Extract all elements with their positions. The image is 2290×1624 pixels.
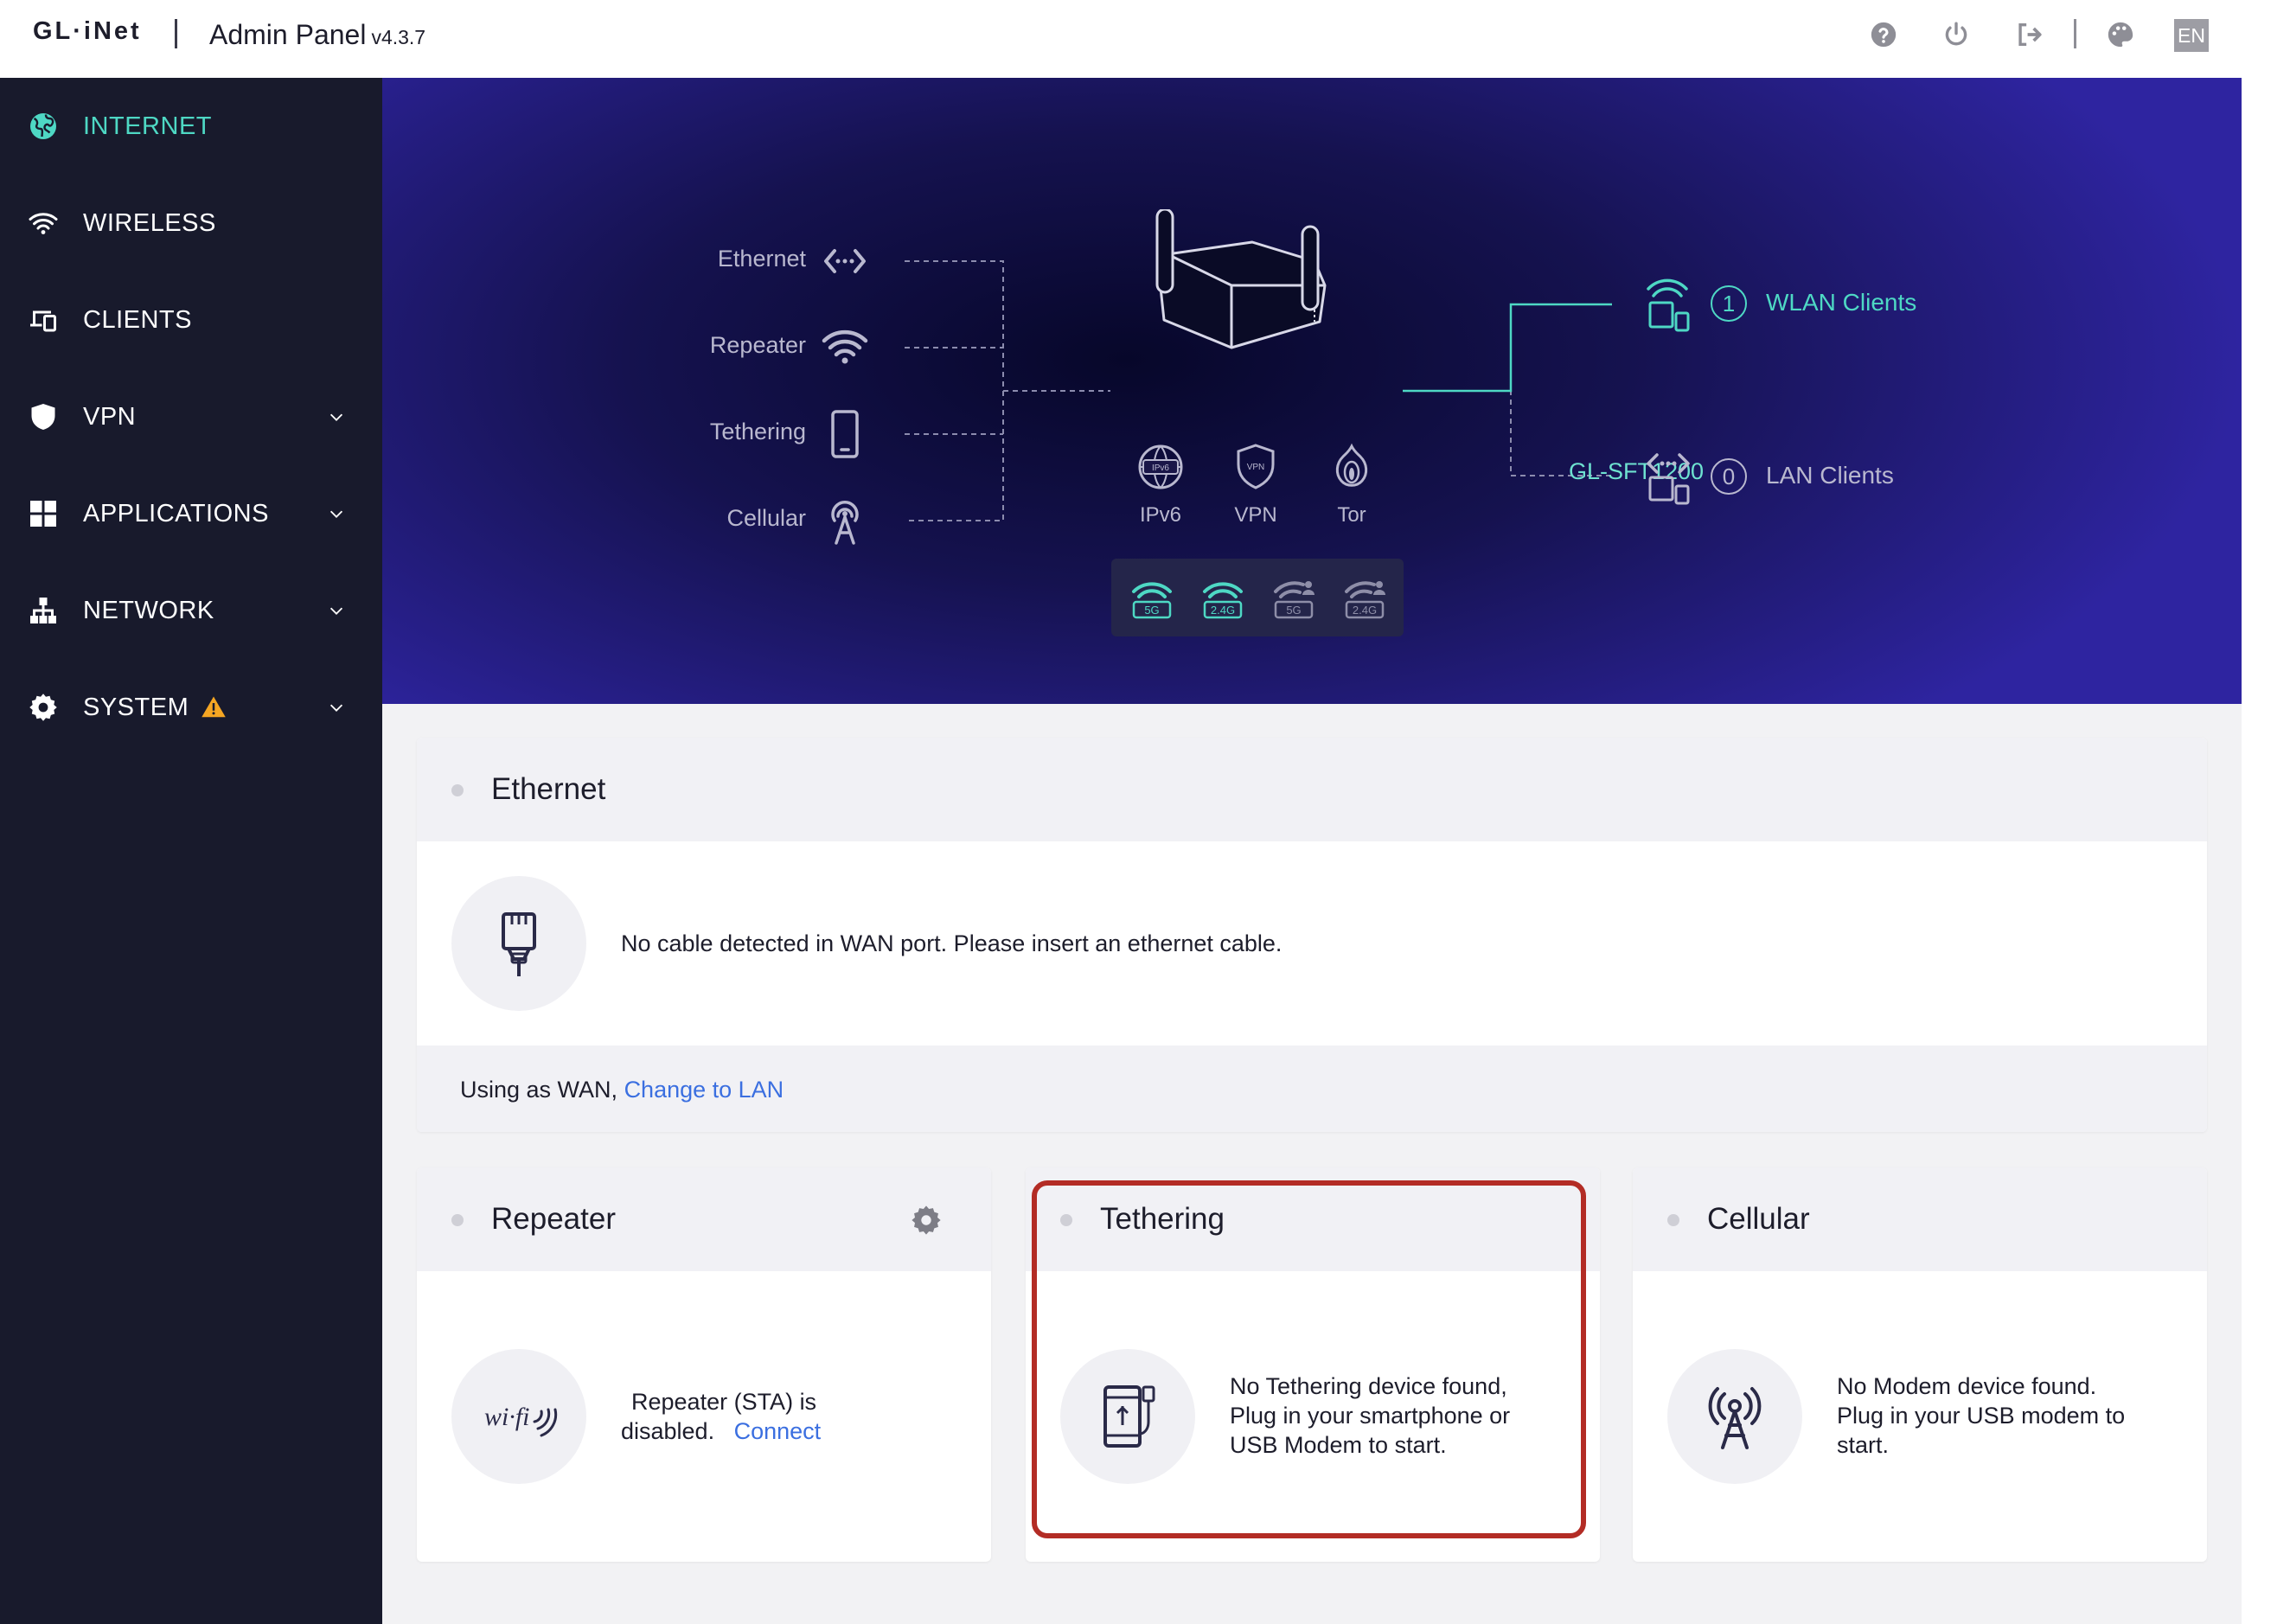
sidebar-item-wireless[interactable]: WIRELESS [0, 189, 382, 258]
app-version: v4.3.7 [371, 26, 426, 48]
sidebar: INTERNET WIRELESS CLIENTS VPN APPLICATIO… [0, 78, 382, 1624]
chevron-down-icon [329, 510, 343, 518]
wlan-clients-label[interactable]: WLAN Clients [1766, 289, 1916, 316]
chevron-down-icon [329, 607, 343, 615]
sidebar-item-internet[interactable]: INTERNET [0, 92, 382, 161]
wifi-icon [26, 206, 61, 240]
svg-text:2.4G: 2.4G [1353, 604, 1377, 617]
lan-clients-label[interactable]: LAN Clients [1766, 462, 1894, 489]
card-header: Ethernet [417, 738, 2207, 841]
card-title: Cellular [1707, 1202, 1810, 1236]
guest-wifi-5g-icon[interactable]: 5G [1270, 571, 1317, 623]
network-topology-banner: Ethernet Repeater Tethering Cellular GL-… [382, 78, 2242, 704]
language-selector[interactable]: EN [2174, 19, 2209, 52]
gear-icon [26, 690, 61, 725]
router-image[interactable] [1150, 209, 1358, 436]
sidebar-item-vpn[interactable]: VPN [0, 382, 382, 451]
antenna-icon [831, 501, 859, 545]
cellular-status-message: No Modem device found. Plug in your USB … [1837, 1373, 2126, 1458]
svg-text:5G: 5G [1286, 604, 1301, 617]
card-title: Ethernet [491, 772, 606, 806]
tor-onion-icon [1335, 443, 1368, 487]
header-divider [175, 19, 177, 48]
logout-icon[interactable] [2012, 17, 2046, 52]
cell-tower-icon [1667, 1349, 1802, 1484]
wifi-band-status: 5G 2.4G 5G 2.4G [1111, 559, 1404, 636]
repeater-card: Repeater wi·fi Repeater (STA) is disable… [417, 1167, 991, 1562]
cellular-card: Cellular No Modem device found. Plug in … [1633, 1167, 2207, 1562]
palette-icon[interactable] [2103, 17, 2138, 52]
sidebar-item-label: CLIENTS [83, 305, 192, 334]
repeater-connect-link[interactable]: Connect [734, 1418, 822, 1444]
page-edge [2242, 0, 2290, 1624]
sidebar-item-label: VPN [83, 402, 137, 431]
card-title: Repeater [491, 1202, 616, 1236]
network-icon [26, 593, 61, 628]
help-icon[interactable] [1866, 17, 1901, 52]
guest-wifi-2-4g-icon[interactable]: 2.4G [1341, 571, 1388, 623]
sidebar-item-applications[interactable]: APPLICATIONS [0, 479, 382, 548]
status-dot [451, 1214, 464, 1226]
ethernet-arrows-icon [824, 249, 866, 273]
app-title: Admin Panel v4.3.7 [209, 19, 426, 50]
wifi-5g-icon[interactable]: 5G [1129, 571, 1175, 623]
repeater-wifi-icon [822, 329, 868, 364]
source-label-repeater[interactable]: Repeater [668, 332, 806, 359]
header-divider [2074, 19, 2076, 48]
repeater-status-message: Repeater (STA) is disabled. Connect [621, 1389, 822, 1444]
lan-clients-count[interactable]: 0 [1711, 458, 1747, 495]
sidebar-item-label: NETWORK [83, 596, 214, 624]
svg-text:VPN: VPN [1247, 463, 1265, 472]
brand-logo[interactable]: GL·iNet [33, 17, 142, 46]
globe-icon [26, 109, 61, 144]
sidebar-item-label: SYSTEM [83, 693, 189, 721]
sidebar-item-label: WIRELESS [83, 208, 216, 237]
sidebar-item-label: INTERNET [83, 112, 212, 140]
wlan-clients-count[interactable]: 1 [1711, 285, 1747, 322]
power-icon[interactable] [1939, 17, 1973, 52]
repeater-settings-gear-icon[interactable] [910, 1204, 943, 1237]
ethernet-card: Ethernet No cable detected in WAN port. … [417, 738, 2207, 1132]
change-to-lan-link[interactable]: Change to LAN [624, 1077, 784, 1103]
sidebar-item-label: APPLICATIONS [83, 499, 269, 527]
devices-icon [26, 303, 61, 337]
vpn-shield-icon: VPN [1237, 444, 1275, 489]
chevron-down-icon [329, 704, 343, 712]
card-header: Cellular [1633, 1167, 2207, 1271]
shield-icon [26, 400, 61, 434]
source-label-tethering[interactable]: Tethering [668, 419, 806, 445]
status-dot [451, 784, 464, 796]
feature-label-vpn[interactable]: VPN [1212, 503, 1299, 527]
top-header: GL·iNet Admin Panel v4.3.7 EN [0, 0, 2242, 78]
wifi-2-4g-icon[interactable]: 2.4G [1199, 571, 1246, 623]
sidebar-item-clients[interactable]: CLIENTS [0, 285, 382, 355]
source-label-ethernet[interactable]: Ethernet [668, 246, 806, 272]
card-header: Repeater [417, 1167, 991, 1271]
feature-label-ipv6[interactable]: IPv6 [1117, 503, 1204, 527]
source-label-cellular[interactable]: Cellular [668, 505, 806, 532]
svg-text:IPv6: IPv6 [1152, 464, 1169, 473]
wlan-clients-icon [1647, 278, 1690, 332]
svg-text:2.4G: 2.4G [1211, 604, 1235, 617]
ethernet-mode-text: Using as WAN, Change to LAN [460, 1077, 784, 1103]
sidebar-item-system[interactable]: SYSTEM [0, 673, 382, 742]
tethering-highlight-outline [1032, 1180, 1586, 1538]
svg-text:5G: 5G [1144, 604, 1159, 617]
card-footer: Using as WAN, Change to LAN [417, 1045, 2207, 1132]
status-dot [1667, 1214, 1679, 1226]
chevron-down-icon [329, 413, 343, 421]
phone-icon [831, 410, 859, 458]
ethernet-plug-icon [451, 876, 586, 1011]
wifi-logo-icon: wi·fi [451, 1349, 586, 1484]
sidebar-item-network[interactable]: NETWORK [0, 576, 382, 645]
warning-icon [201, 696, 226, 718]
ipv6-globe-icon: IPv6 [1138, 444, 1183, 489]
feature-label-tor[interactable]: Tor [1308, 503, 1395, 527]
ethernet-status-message: No cable detected in WAN port. Please in… [621, 930, 1283, 956]
svg-text:wi·fi: wi·fi [484, 1403, 530, 1431]
lan-clients-icon [1647, 453, 1690, 505]
grid-icon [26, 496, 61, 531]
